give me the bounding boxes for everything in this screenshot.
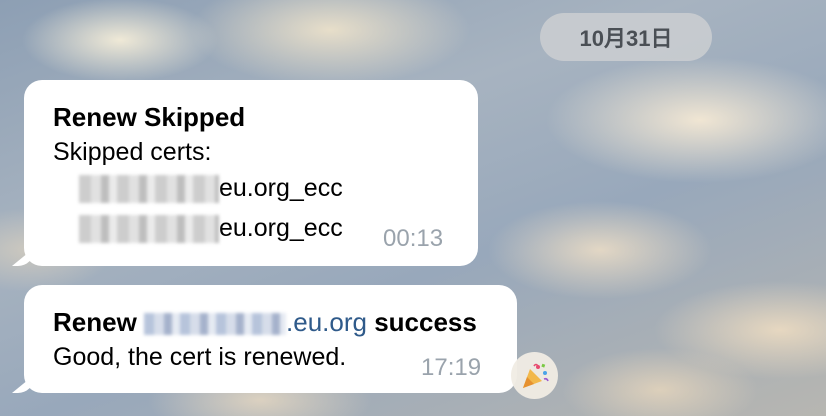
domain-link[interactable]: .eu.org <box>286 307 367 337</box>
message-title: Renew .eu.org success <box>53 305 517 339</box>
reaction-button[interactable] <box>511 352 558 399</box>
title-suffix: success <box>366 307 477 337</box>
cert-suffix: eu.org_ecc <box>219 214 343 242</box>
bubble-tail <box>12 375 34 393</box>
message-time: 17:19 <box>421 354 482 381</box>
message-time: 00:13 <box>383 225 444 252</box>
cert-item: eu.org_ecc <box>79 171 343 205</box>
redacted-text <box>144 313 287 336</box>
redacted-text <box>79 215 219 244</box>
message-text: Skipped certs: <box>53 138 212 166</box>
message-bubble[interactable]: Renew Skipped Skipped certs: eu.org_ecc … <box>12 80 478 266</box>
title-prefix: Renew <box>53 307 145 337</box>
date-divider-label: 10月31日 <box>579 26 673 51</box>
message-title: Renew Skipped <box>53 102 246 132</box>
cert-item: eu.org_ecc <box>79 211 343 245</box>
bubble-tail <box>12 248 34 266</box>
party-popper-icon <box>522 363 549 388</box>
cert-suffix: eu.org_ecc <box>219 174 343 202</box>
message-bubble[interactable]: Renew .eu.org success Good, the cert is … <box>12 285 517 393</box>
date-divider: 10月31日 <box>540 13 712 61</box>
redacted-text <box>79 175 219 204</box>
